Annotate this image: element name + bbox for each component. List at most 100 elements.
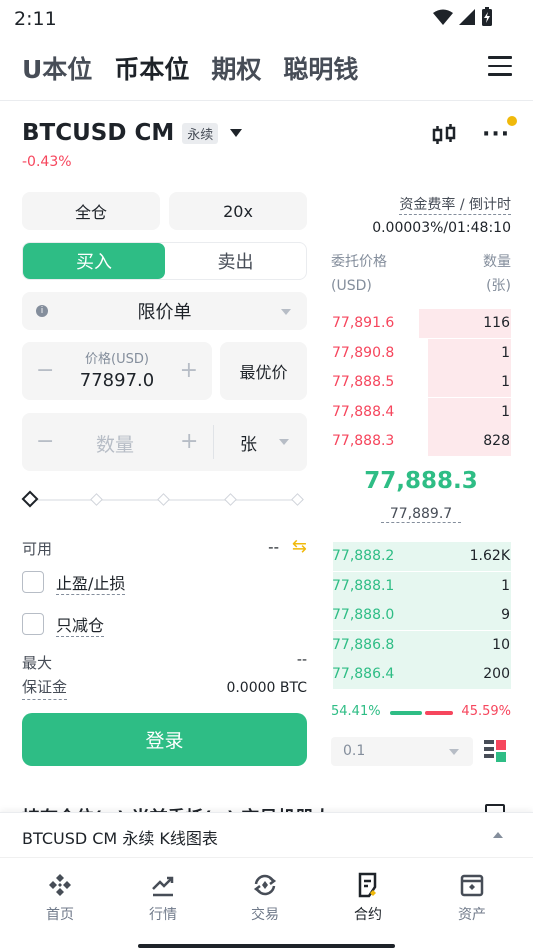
- slider-mark-50[interactable]: [157, 493, 170, 506]
- sell-tab[interactable]: 卖出: [165, 243, 306, 279]
- symbol-selector[interactable]: BTCUSD CM 永续: [22, 120, 243, 146]
- login-button[interactable]: 登录: [22, 713, 307, 766]
- ask-row[interactable]: 77,890.8 1: [331, 338, 511, 368]
- order-price: 77,888.4: [332, 403, 395, 420]
- quantity-decrease-button[interactable]: −: [36, 429, 54, 454]
- tab-coinm[interactable]: 币本位: [114, 50, 189, 86]
- quantity-placeholder: 数量: [96, 434, 135, 456]
- order-price: 77,890.8: [332, 344, 395, 361]
- reduce-only-checkbox[interactable]: 只减仓: [22, 612, 105, 637]
- price-header-label: 委托价格: [331, 254, 387, 270]
- funding-label[interactable]: 资金费率 / 倒计时: [399, 194, 511, 215]
- bid-row[interactable]: 77,886.8 10: [331, 630, 511, 660]
- tab-options[interactable]: 期权: [211, 50, 261, 86]
- divider: [213, 425, 214, 459]
- status-icons: [433, 7, 493, 27]
- wifi-icon: [433, 9, 453, 25]
- battery-icon: [482, 7, 492, 26]
- quantity-header: 数量 (张): [483, 250, 511, 298]
- order-price: 77,891.6: [332, 315, 395, 331]
- order-quantity: 1: [501, 344, 510, 361]
- status-time: 2:11: [14, 8, 57, 30]
- candlestick-icon[interactable]: [432, 124, 456, 146]
- order-price: 77,886.8: [332, 636, 395, 653]
- quantity-slider[interactable]: [21, 490, 307, 510]
- order-quantity: 9: [501, 607, 510, 623]
- menu-icon[interactable]: [488, 56, 512, 76]
- ask-row[interactable]: 77,888.3 828: [331, 427, 511, 456]
- nav-label: 行情: [149, 907, 177, 923]
- divider: [0, 100, 533, 101]
- transfer-icon[interactable]: ⇆: [292, 536, 307, 557]
- tab-usdm[interactable]: U本位: [22, 50, 92, 86]
- precision-select[interactable]: 0.1: [331, 737, 473, 766]
- buy-sell-ratio: 54.41% 45.59%: [331, 702, 511, 722]
- price-increase-button[interactable]: +: [180, 358, 198, 383]
- order-price: 77,888.1: [332, 577, 395, 594]
- quantity-header-label: 数量: [483, 254, 511, 270]
- slider-mark-75[interactable]: [224, 493, 237, 506]
- margin-mode-button[interactable]: 全仓: [22, 192, 160, 230]
- nav-trade[interactable]: 交易: [225, 872, 305, 924]
- notification-dot: [507, 116, 517, 126]
- last-price[interactable]: 77,888.3: [331, 468, 511, 494]
- kline-chart-bar[interactable]: BTCUSD CM 永续 K线图表: [0, 812, 533, 857]
- leverage-button[interactable]: 20x: [169, 192, 307, 230]
- ask-row[interactable]: 77,888.4 1: [331, 397, 511, 427]
- mark-price[interactable]: 77,889.7: [381, 506, 461, 523]
- buy-tab[interactable]: 买入: [23, 243, 165, 279]
- slider-mark-100[interactable]: [291, 493, 304, 506]
- quantity-increase-button[interactable]: +: [180, 429, 198, 454]
- checkbox[interactable]: [22, 613, 44, 635]
- slider-handle[interactable]: [21, 490, 39, 508]
- bid-row[interactable]: 77,888.0 9: [331, 601, 511, 630]
- order-type-select[interactable]: i 限价单: [22, 292, 307, 330]
- checkbox[interactable]: [22, 571, 44, 593]
- slider-mark-25[interactable]: [90, 493, 103, 506]
- bottom-nav: 首页 行情 交易 合约 资产: [0, 857, 533, 948]
- ask-row[interactable]: 77,888.5 1: [331, 368, 511, 397]
- quantity-header-unit: (张): [486, 278, 511, 294]
- price-header-unit: (USD): [331, 278, 372, 294]
- orderbook-layout-icon[interactable]: [484, 739, 506, 763]
- nav-markets[interactable]: 行情: [123, 872, 203, 924]
- nav-assets[interactable]: 资产: [432, 872, 512, 924]
- buy-ratio-bar: [390, 711, 422, 715]
- available-value: --: [268, 538, 279, 556]
- funding-value: 0.00003%/01:48:10: [372, 220, 511, 236]
- ask-row[interactable]: 77,891.6 116: [331, 309, 511, 338]
- price-change: -0.43%: [22, 154, 72, 170]
- caret-down-icon: [281, 309, 291, 315]
- bid-row[interactable]: 77,886.4 200: [331, 660, 511, 689]
- bid-row[interactable]: 77,888.2 1.62K: [331, 542, 511, 571]
- order-quantity: 116: [483, 315, 510, 331]
- price-input[interactable]: − 价格(USD) 77897.0 +: [22, 342, 212, 400]
- margin-value: 0.0000 BTC: [226, 680, 307, 696]
- depth-bar: [428, 397, 511, 427]
- caret-down-icon: [449, 749, 459, 755]
- wallet-icon: [460, 874, 484, 897]
- binance-logo-icon: [49, 874, 71, 896]
- nav-home[interactable]: 首页: [20, 872, 100, 924]
- more-icon[interactable]: ···: [482, 122, 510, 147]
- quantity-input[interactable]: − 数量 + 张: [22, 413, 307, 471]
- sell-ratio-bar: [425, 711, 453, 715]
- best-price-button[interactable]: 最优价: [220, 342, 307, 400]
- caret-down-icon: [279, 439, 289, 445]
- market-type-tabs: U本位 币本位 期权 聪明钱: [22, 48, 512, 88]
- nav-futures[interactable]: 合约: [328, 872, 408, 924]
- order-quantity: 1.62K: [469, 548, 510, 564]
- tpsl-label: 止盈/止损: [56, 570, 126, 595]
- unit-select[interactable]: 张: [240, 430, 257, 455]
- reduce-only-label: 只减仓: [56, 612, 105, 637]
- tab-smart-money[interactable]: 聪明钱: [283, 50, 358, 86]
- bid-row[interactable]: 77,888.1 1: [331, 571, 511, 601]
- status-bar: 2:11: [0, 0, 533, 40]
- signal-icon: [459, 9, 475, 25]
- order-price: 77,886.4: [332, 666, 395, 682]
- order-quantity: 828: [483, 433, 510, 449]
- order-price: 77,888.3: [332, 433, 395, 449]
- order-quantity: 1: [501, 403, 510, 420]
- tpsl-checkbox[interactable]: 止盈/止损: [22, 570, 126, 595]
- info-icon[interactable]: i: [36, 305, 48, 317]
